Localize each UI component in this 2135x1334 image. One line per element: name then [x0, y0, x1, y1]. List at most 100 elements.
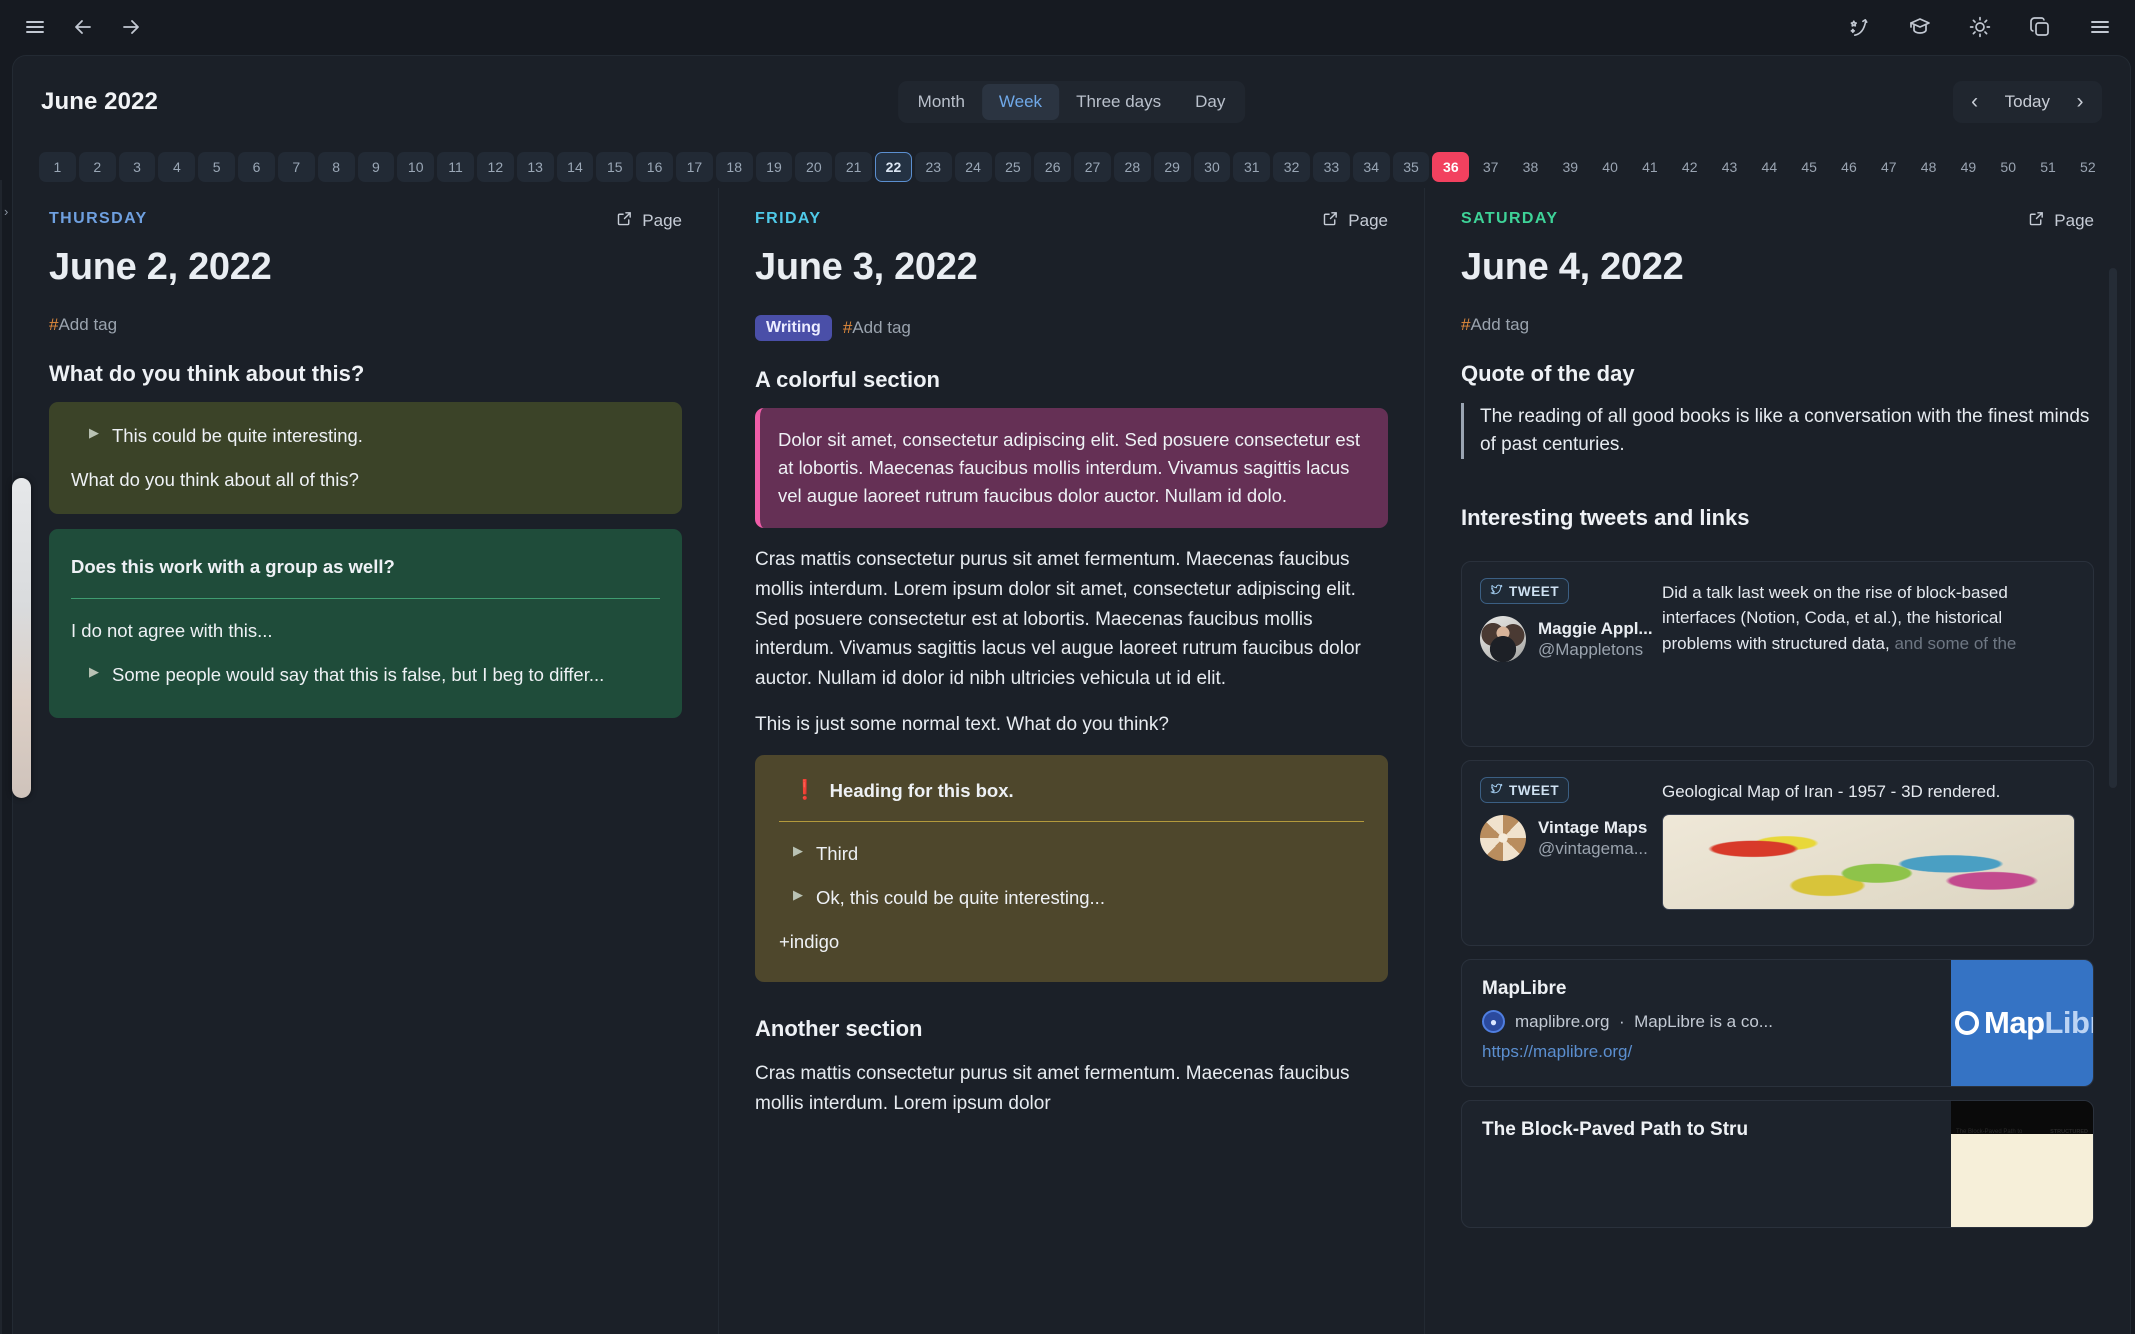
week-number-29[interactable]: 29: [1154, 152, 1191, 182]
toggle-list-item[interactable]: ▶ Ok, this could be quite interesting...: [779, 884, 1364, 912]
callout-heading: Heading for this box.: [830, 777, 1014, 805]
weekday-label: SATURDAY: [1461, 210, 1558, 228]
week-number-16[interactable]: 16: [636, 152, 673, 182]
week-number-6[interactable]: 6: [238, 152, 275, 182]
week-number-31[interactable]: 31: [1233, 152, 1270, 182]
magic-wand-icon[interactable]: [1847, 14, 1873, 40]
week-number-50[interactable]: 50: [1990, 152, 2027, 182]
callout-olive[interactable]: ▶ This could be quite interesting. What …: [49, 402, 682, 514]
tweet-user: Maggie Appl... @Mappletons: [1480, 616, 1662, 662]
callout-brown[interactable]: ❗ Heading for this box. ▶ Third ▶ Ok, th…: [755, 755, 1388, 982]
week-number-38[interactable]: 38: [1512, 152, 1549, 182]
card-list: TWEET Maggie Appl... @Mappletons: [1461, 561, 2094, 1228]
callout-heading-row: ❗ Heading for this box.: [779, 777, 1364, 806]
week-number-13[interactable]: 13: [517, 152, 554, 182]
forward-arrow-icon[interactable]: [118, 14, 144, 40]
week-number-49[interactable]: 49: [1950, 152, 1987, 182]
view-button-three-days[interactable]: Three days: [1059, 84, 1178, 120]
week-number-22[interactable]: 22: [875, 152, 912, 182]
week-number-20[interactable]: 20: [795, 152, 832, 182]
week-number-44[interactable]: 44: [1751, 152, 1788, 182]
week-number-35[interactable]: 35: [1393, 152, 1430, 182]
callout-heading: Does this work with a group as well?: [71, 553, 660, 581]
week-number-39[interactable]: 39: [1552, 152, 1589, 182]
toggle-list-item[interactable]: ▶ Third: [779, 840, 1364, 868]
week-number-45[interactable]: 45: [1791, 152, 1828, 182]
vertical-scrollbar-right[interactable]: [2109, 268, 2117, 788]
week-number-9[interactable]: 9: [358, 152, 395, 182]
callout-green[interactable]: Does this work with a group as well? I d…: [49, 529, 682, 717]
week-number-46[interactable]: 46: [1831, 152, 1868, 182]
week-number-1[interactable]: 1: [39, 152, 76, 182]
callout-purple[interactable]: Dolor sit amet, consectetur adipiscing e…: [755, 408, 1388, 528]
week-number-23[interactable]: 23: [915, 152, 952, 182]
link-card[interactable]: MapLibre ● maplibre.org · MapLibre is a …: [1461, 959, 2094, 1087]
today-button[interactable]: Today: [1993, 84, 2062, 120]
tweet-card[interactable]: TWEET Maggie Appl... @Mappletons: [1461, 561, 2094, 747]
view-button-week[interactable]: Week: [982, 84, 1059, 120]
week-number-27[interactable]: 27: [1074, 152, 1111, 182]
week-number-28[interactable]: 28: [1114, 152, 1151, 182]
week-number-30[interactable]: 30: [1194, 152, 1231, 182]
caret-right-icon[interactable]: ▶: [793, 884, 803, 906]
hamburger-menu-icon[interactable]: [22, 14, 48, 40]
week-number-12[interactable]: 12: [477, 152, 514, 182]
week-number-25[interactable]: 25: [995, 152, 1032, 182]
week-number-32[interactable]: 32: [1273, 152, 1310, 182]
week-number-4[interactable]: 4: [158, 152, 195, 182]
add-tag-button[interactable]: #Add tag: [843, 318, 911, 338]
week-number-43[interactable]: 43: [1711, 152, 1748, 182]
week-number-10[interactable]: 10: [397, 152, 434, 182]
week-number-47[interactable]: 47: [1870, 152, 1907, 182]
previous-week-button[interactable]: ‹: [1957, 83, 1993, 121]
toggle-list-item[interactable]: ▶ Some people would say that this is fal…: [71, 661, 660, 689]
open-page-button[interactable]: Page: [1322, 210, 1388, 232]
toggle-list-item[interactable]: ▶ This could be quite interesting.: [71, 422, 660, 450]
open-page-button[interactable]: Page: [616, 210, 682, 232]
add-tag-button[interactable]: #Add tag: [49, 315, 117, 335]
week-number-2[interactable]: 2: [79, 152, 116, 182]
week-number-14[interactable]: 14: [557, 152, 594, 182]
week-number-34[interactable]: 34: [1353, 152, 1390, 182]
tweet-user: Vintage Maps @vintagema...: [1480, 815, 1662, 861]
week-number-24[interactable]: 24: [955, 152, 992, 182]
tag-writing[interactable]: Writing: [755, 315, 832, 341]
copy-layers-icon[interactable]: [2027, 14, 2053, 40]
view-button-month[interactable]: Month: [901, 84, 982, 120]
next-week-button[interactable]: ›: [2062, 83, 2098, 121]
week-number-15[interactable]: 15: [596, 152, 633, 182]
week-number-42[interactable]: 42: [1671, 152, 1708, 182]
week-number-8[interactable]: 8: [318, 152, 355, 182]
week-number-3[interactable]: 3: [119, 152, 156, 182]
tweet-card[interactable]: TWEET Vintage Maps @vintagema...: [1461, 760, 2094, 946]
week-number-26[interactable]: 26: [1034, 152, 1071, 182]
week-number-17[interactable]: 17: [676, 152, 713, 182]
caret-right-icon[interactable]: ▶: [89, 422, 99, 444]
link-card[interactable]: The Block-Paved Path to Stru The Block-P…: [1461, 1100, 2094, 1228]
week-number-21[interactable]: 21: [835, 152, 872, 182]
back-arrow-icon[interactable]: [70, 14, 96, 40]
vertical-scrollbar-left[interactable]: [12, 478, 31, 798]
caret-right-icon[interactable]: ▶: [793, 840, 803, 862]
week-number-40[interactable]: 40: [1592, 152, 1629, 182]
week-number-33[interactable]: 33: [1313, 152, 1350, 182]
link-url[interactable]: https://maplibre.org/: [1482, 1042, 1931, 1062]
sun-icon[interactable]: [1967, 14, 1993, 40]
open-page-button[interactable]: Page: [2028, 210, 2094, 232]
week-number-18[interactable]: 18: [716, 152, 753, 182]
options-menu-icon[interactable]: [2087, 14, 2113, 40]
week-number-11[interactable]: 11: [437, 152, 474, 182]
week-number-37[interactable]: 37: [1472, 152, 1509, 182]
week-number-52[interactable]: 52: [2069, 152, 2106, 182]
week-number-19[interactable]: 19: [756, 152, 793, 182]
week-number-5[interactable]: 5: [198, 152, 235, 182]
caret-right-icon[interactable]: ▶: [89, 661, 99, 683]
week-number-41[interactable]: 41: [1632, 152, 1669, 182]
view-button-day[interactable]: Day: [1178, 84, 1242, 120]
graduation-cap-icon[interactable]: [1907, 14, 1933, 40]
week-number-51[interactable]: 51: [2030, 152, 2067, 182]
week-number-7[interactable]: 7: [278, 152, 315, 182]
week-number-48[interactable]: 48: [1910, 152, 1947, 182]
week-number-36[interactable]: 36: [1432, 152, 1469, 182]
add-tag-button[interactable]: #Add tag: [1461, 315, 1529, 335]
